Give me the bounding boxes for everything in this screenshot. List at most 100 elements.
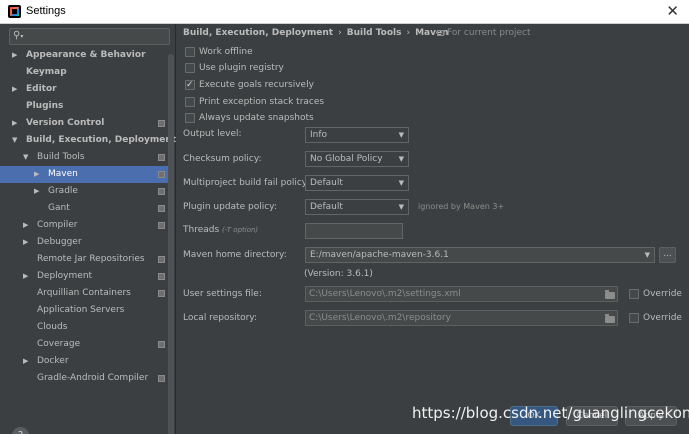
breadcrumb-item: Build, Execution, Deployment <box>183 28 334 38</box>
sidebar-item-label: Remote Jar Repositories <box>37 254 145 264</box>
sidebar-item-version-control[interactable]: ▶ Version Control <box>0 115 168 132</box>
checkbox-empty-icon <box>185 63 195 73</box>
sidebar-item-label: Editor <box>26 84 57 94</box>
sidebar-item-label: Gant <box>48 203 70 213</box>
project-scope-icon <box>158 171 165 178</box>
sidebar-scrollbar[interactable] <box>168 54 174 434</box>
output-level-label: Output level: <box>183 129 242 139</box>
sidebar-item-label: Build, Execution, Deployment <box>26 135 177 145</box>
project-scope-icon <box>158 120 165 127</box>
sidebar-item-build-tools[interactable]: ▼ Build Tools <box>0 149 168 166</box>
project-scope-icon <box>158 273 165 280</box>
sidebar-item-label: Keymap <box>26 67 67 77</box>
project-scope-icon <box>437 30 444 36</box>
maven-home-select[interactable]: E:/maven/apache-maven-3.6.1 ▼ <box>305 247 655 263</box>
project-scope-icon <box>158 222 165 229</box>
sidebar-item-arquillian-containers[interactable]: Arquillian Containers <box>0 285 168 302</box>
sidebar-item-label: Docker <box>37 356 69 366</box>
breadcrumb-item: Build Tools <box>346 28 402 38</box>
collapsed-arrow-icon[interactable]: ▶ <box>34 166 39 183</box>
collapsed-arrow-icon[interactable]: ▶ <box>34 183 39 200</box>
project-scope-icon <box>158 154 165 161</box>
folder-icon[interactable] <box>605 314 615 323</box>
project-scope-icon <box>158 256 165 263</box>
collapsed-arrow-icon[interactable]: ▶ <box>12 115 17 132</box>
sidebar-item-label: Plugins <box>26 101 64 111</box>
checkbox-empty-icon <box>185 97 195 107</box>
sidebar-item-build-execution-deployment[interactable]: ▼ Build, Execution, Deployment <box>0 132 176 149</box>
sidebar-item-gradle-android-compiler[interactable]: Gradle-Android Compiler <box>0 370 168 387</box>
sidebar-item-keymap[interactable]: Keymap <box>0 64 168 81</box>
browse-maven-home-button[interactable]: ... <box>659 247 676 263</box>
close-icon[interactable]: ✕ <box>666 2 679 20</box>
project-scope-icon <box>158 188 165 195</box>
sidebar-item-clouds[interactable]: Clouds <box>0 319 168 336</box>
checkbox-empty-icon <box>185 47 195 57</box>
threads-input[interactable] <box>305 223 403 239</box>
sidebar-item-gant[interactable]: Gant <box>0 200 168 217</box>
help-icon[interactable]: ? <box>12 427 29 434</box>
sidebar-item-debugger[interactable]: ▶ Debugger <box>0 234 168 251</box>
checksum-policy-label: Checksum policy: <box>183 154 262 164</box>
window-title: Settings <box>26 5 66 17</box>
sidebar-item-compiler[interactable]: ▶ Compiler <box>0 217 168 234</box>
user-settings-label: User settings file: <box>183 289 262 299</box>
plugin-update-select[interactable]: Default ▼ <box>305 199 409 215</box>
collapsed-arrow-icon[interactable]: ▶ <box>12 81 17 98</box>
sidebar-item-label: Application Servers <box>37 305 125 315</box>
settings-sidebar: ⚲ ▶ Appearance & Behavior Keymap ▶ Editor Plu… <box>0 24 176 434</box>
collapsed-arrow-icon[interactable]: ▶ <box>23 234 28 251</box>
app-icon <box>8 5 21 18</box>
project-scope-icon <box>158 375 165 382</box>
chevron-down-icon: ▼ <box>644 251 650 259</box>
search-input[interactable]: ⚲ <box>9 28 170 45</box>
project-scope-icon <box>158 205 165 212</box>
sidebar-item-plugins[interactable]: Plugins <box>0 98 168 115</box>
collapsed-arrow-icon[interactable]: ▶ <box>12 47 17 64</box>
local-repository-input[interactable]: C:\Users\Lenovo\.m2\repository <box>305 310 618 326</box>
sidebar-item-appearance-behavior[interactable]: ▶ Appearance & Behavior <box>0 47 168 64</box>
sidebar-item-docker[interactable]: ▶ Docker <box>0 353 168 370</box>
current-project-note: For current project <box>437 28 531 38</box>
chevron-down-icon: ▼ <box>398 155 404 163</box>
sidebar-item-label: Gradle-Android Compiler <box>37 373 149 383</box>
sidebar-item-label: Gradle <box>48 186 78 196</box>
sidebar-item-label: Maven <box>48 169 78 179</box>
watermark-text: https://blog.csdn.net/guanglingcekong <box>412 404 689 422</box>
output-level-select[interactable]: Info ▼ <box>305 127 409 143</box>
threads-label: Threads (-T option) <box>183 225 259 235</box>
chevron-down-icon: ▼ <box>398 131 404 139</box>
maven-settings-panel: Build, Execution, Deployment › Build Tools… <box>177 24 689 434</box>
sidebar-item-gradle[interactable]: ▶ Gradle <box>0 183 168 200</box>
multiproject-fail-label: Multiproject build fail policy: <box>183 178 310 188</box>
folder-icon[interactable] <box>605 290 615 299</box>
plugin-update-hint: ignored by Maven 3+ <box>418 202 505 211</box>
maven-version-label: (Version: 3.6.1) <box>304 269 373 279</box>
expanded-arrow-icon[interactable]: ▼ <box>23 149 28 166</box>
project-scope-icon <box>158 290 165 297</box>
sidebar-item-deployment[interactable]: ▶ Deployment <box>0 268 168 285</box>
plugin-update-label: Plugin update policy: <box>183 202 277 212</box>
sidebar-item-maven[interactable]: ▶ Maven <box>0 166 168 183</box>
collapsed-arrow-icon[interactable]: ▶ <box>23 217 28 234</box>
user-settings-input[interactable]: C:\Users\Lenovo\.m2\settings.xml <box>305 286 618 302</box>
sidebar-item-application-servers[interactable]: Application Servers <box>0 302 168 319</box>
sidebar-item-editor[interactable]: ▶ Editor <box>0 81 168 98</box>
sidebar-item-label: Compiler <box>37 220 78 230</box>
sidebar-item-label: Appearance & Behavior <box>26 50 146 60</box>
sidebar-item-label: Version Control <box>26 118 105 128</box>
sidebar-item-label: Debugger <box>37 237 82 247</box>
maven-home-label: Maven home directory: <box>183 250 287 260</box>
sidebar-item-remote-jar-repositories[interactable]: Remote Jar Repositories <box>0 251 168 268</box>
sidebar-item-coverage[interactable]: Coverage <box>0 336 168 353</box>
multiproject-fail-select[interactable]: Default ▼ <box>305 175 409 191</box>
chevron-down-icon: ▼ <box>398 179 404 187</box>
sidebar-item-label: Arquillian Containers <box>37 288 131 298</box>
expanded-arrow-icon[interactable]: ▼ <box>12 132 17 149</box>
search-icon: ⚲ <box>13 30 23 41</box>
chevron-down-icon: ▼ <box>398 203 404 211</box>
checksum-policy-select[interactable]: No Global Policy ▼ <box>305 151 409 167</box>
collapsed-arrow-icon[interactable]: ▶ <box>23 353 28 370</box>
collapsed-arrow-icon[interactable]: ▶ <box>23 268 28 285</box>
project-scope-icon <box>158 341 165 348</box>
